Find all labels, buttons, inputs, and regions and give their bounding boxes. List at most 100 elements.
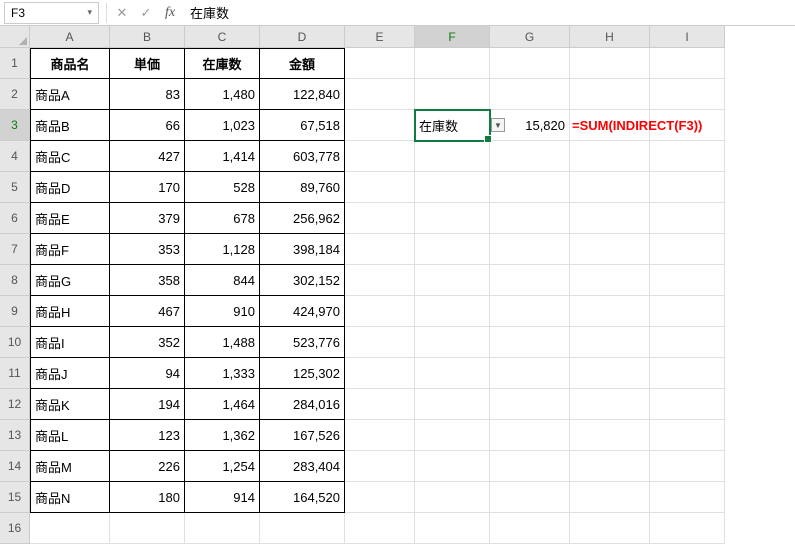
row-header-10[interactable]: 10 bbox=[0, 327, 30, 358]
cell-F2[interactable] bbox=[415, 79, 490, 110]
row-header-11[interactable]: 11 bbox=[0, 358, 30, 389]
row-header-5[interactable]: 5 bbox=[0, 172, 30, 203]
cell-H15[interactable] bbox=[570, 482, 650, 513]
cell-D6[interactable]: 256,962 bbox=[260, 203, 345, 234]
cell-F3[interactable]: 在庫数▼ bbox=[415, 110, 490, 141]
col-header-A[interactable]: A bbox=[30, 26, 110, 48]
cell-D1[interactable]: 金額 bbox=[260, 48, 345, 79]
row-header-9[interactable]: 9 bbox=[0, 296, 30, 327]
cell-D9[interactable]: 424,970 bbox=[260, 296, 345, 327]
cell-B14[interactable]: 226 bbox=[110, 451, 185, 482]
cell-D8[interactable]: 302,152 bbox=[260, 265, 345, 296]
cell-B5[interactable]: 170 bbox=[110, 172, 185, 203]
cell-C5[interactable]: 528 bbox=[185, 172, 260, 203]
cell-C10[interactable]: 1,488 bbox=[185, 327, 260, 358]
col-header-H[interactable]: H bbox=[570, 26, 650, 48]
cell-G9[interactable] bbox=[490, 296, 570, 327]
cell-E4[interactable] bbox=[345, 141, 415, 172]
cell-C7[interactable]: 1,128 bbox=[185, 234, 260, 265]
cell-H2[interactable] bbox=[570, 79, 650, 110]
cell-D7[interactable]: 398,184 bbox=[260, 234, 345, 265]
cell-I13[interactable] bbox=[650, 420, 725, 451]
cell-D12[interactable]: 284,016 bbox=[260, 389, 345, 420]
cell-C4[interactable]: 1,414 bbox=[185, 141, 260, 172]
cell-A12[interactable]: 商品K bbox=[30, 389, 110, 420]
cell-C9[interactable]: 910 bbox=[185, 296, 260, 327]
cell-I8[interactable] bbox=[650, 265, 725, 296]
cell-I3[interactable] bbox=[650, 110, 725, 141]
col-header-E[interactable]: E bbox=[345, 26, 415, 48]
cell-H3[interactable]: =SUM(INDIRECT(F3)) bbox=[570, 110, 650, 141]
cell-I1[interactable] bbox=[650, 48, 725, 79]
cell-E9[interactable] bbox=[345, 296, 415, 327]
cell-B6[interactable]: 379 bbox=[110, 203, 185, 234]
cell-C15[interactable]: 914 bbox=[185, 482, 260, 513]
fx-icon[interactable]: fx bbox=[158, 2, 182, 24]
cell-F4[interactable] bbox=[415, 141, 490, 172]
cell-C12[interactable]: 1,464 bbox=[185, 389, 260, 420]
cell-F11[interactable] bbox=[415, 358, 490, 389]
cell-B3[interactable]: 66 bbox=[110, 110, 185, 141]
cell-I2[interactable] bbox=[650, 79, 725, 110]
cell-B4[interactable]: 427 bbox=[110, 141, 185, 172]
cell-H8[interactable] bbox=[570, 265, 650, 296]
col-header-I[interactable]: I bbox=[650, 26, 725, 48]
cell-H4[interactable] bbox=[570, 141, 650, 172]
row-header-12[interactable]: 12 bbox=[0, 389, 30, 420]
cell-I14[interactable] bbox=[650, 451, 725, 482]
cell-A14[interactable]: 商品M bbox=[30, 451, 110, 482]
cell-A2[interactable]: 商品A bbox=[30, 79, 110, 110]
cell-G13[interactable] bbox=[490, 420, 570, 451]
cell-C8[interactable]: 844 bbox=[185, 265, 260, 296]
cell-E12[interactable] bbox=[345, 389, 415, 420]
cell-A4[interactable]: 商品C bbox=[30, 141, 110, 172]
row-header-15[interactable]: 15 bbox=[0, 482, 30, 513]
cell-D15[interactable]: 164,520 bbox=[260, 482, 345, 513]
cell-A11[interactable]: 商品J bbox=[30, 358, 110, 389]
cell-F8[interactable] bbox=[415, 265, 490, 296]
cell-E14[interactable] bbox=[345, 451, 415, 482]
cell-B9[interactable]: 467 bbox=[110, 296, 185, 327]
cell-E11[interactable] bbox=[345, 358, 415, 389]
cell-A7[interactable]: 商品F bbox=[30, 234, 110, 265]
row-header-2[interactable]: 2 bbox=[0, 79, 30, 110]
cell-F13[interactable] bbox=[415, 420, 490, 451]
cell-A15[interactable]: 商品N bbox=[30, 482, 110, 513]
cell-I7[interactable] bbox=[650, 234, 725, 265]
cell-B10[interactable]: 352 bbox=[110, 327, 185, 358]
cell-G4[interactable] bbox=[490, 141, 570, 172]
cell-G5[interactable] bbox=[490, 172, 570, 203]
cell-G1[interactable] bbox=[490, 48, 570, 79]
col-header-B[interactable]: B bbox=[110, 26, 185, 48]
cell-C2[interactable]: 1,480 bbox=[185, 79, 260, 110]
cell-D5[interactable]: 89,760 bbox=[260, 172, 345, 203]
cell-D3[interactable]: 67,518 bbox=[260, 110, 345, 141]
cell-G7[interactable] bbox=[490, 234, 570, 265]
row-header-6[interactable]: 6 bbox=[0, 203, 30, 234]
cell-H14[interactable] bbox=[570, 451, 650, 482]
cell-F5[interactable] bbox=[415, 172, 490, 203]
cell-G12[interactable] bbox=[490, 389, 570, 420]
cell-B8[interactable]: 358 bbox=[110, 265, 185, 296]
cell-A8[interactable]: 商品G bbox=[30, 265, 110, 296]
cell-D14[interactable]: 283,404 bbox=[260, 451, 345, 482]
cell-E10[interactable] bbox=[345, 327, 415, 358]
cell-E2[interactable] bbox=[345, 79, 415, 110]
cell-F7[interactable] bbox=[415, 234, 490, 265]
cell-I10[interactable] bbox=[650, 327, 725, 358]
cell-D13[interactable]: 167,526 bbox=[260, 420, 345, 451]
cell-C3[interactable]: 1,023 bbox=[185, 110, 260, 141]
cell-G11[interactable] bbox=[490, 358, 570, 389]
cancel-icon[interactable]: ✕ bbox=[110, 2, 134, 24]
cell-D10[interactable]: 523,776 bbox=[260, 327, 345, 358]
cell-I12[interactable] bbox=[650, 389, 725, 420]
cell-A5[interactable]: 商品D bbox=[30, 172, 110, 203]
cell-H12[interactable] bbox=[570, 389, 650, 420]
select-all-corner[interactable] bbox=[0, 26, 30, 48]
cell-I9[interactable] bbox=[650, 296, 725, 327]
cell-B13[interactable]: 123 bbox=[110, 420, 185, 451]
cell-B2[interactable]: 83 bbox=[110, 79, 185, 110]
cell-H9[interactable] bbox=[570, 296, 650, 327]
col-header-C[interactable]: C bbox=[185, 26, 260, 48]
chevron-down-icon[interactable]: ▾ bbox=[87, 7, 92, 18]
